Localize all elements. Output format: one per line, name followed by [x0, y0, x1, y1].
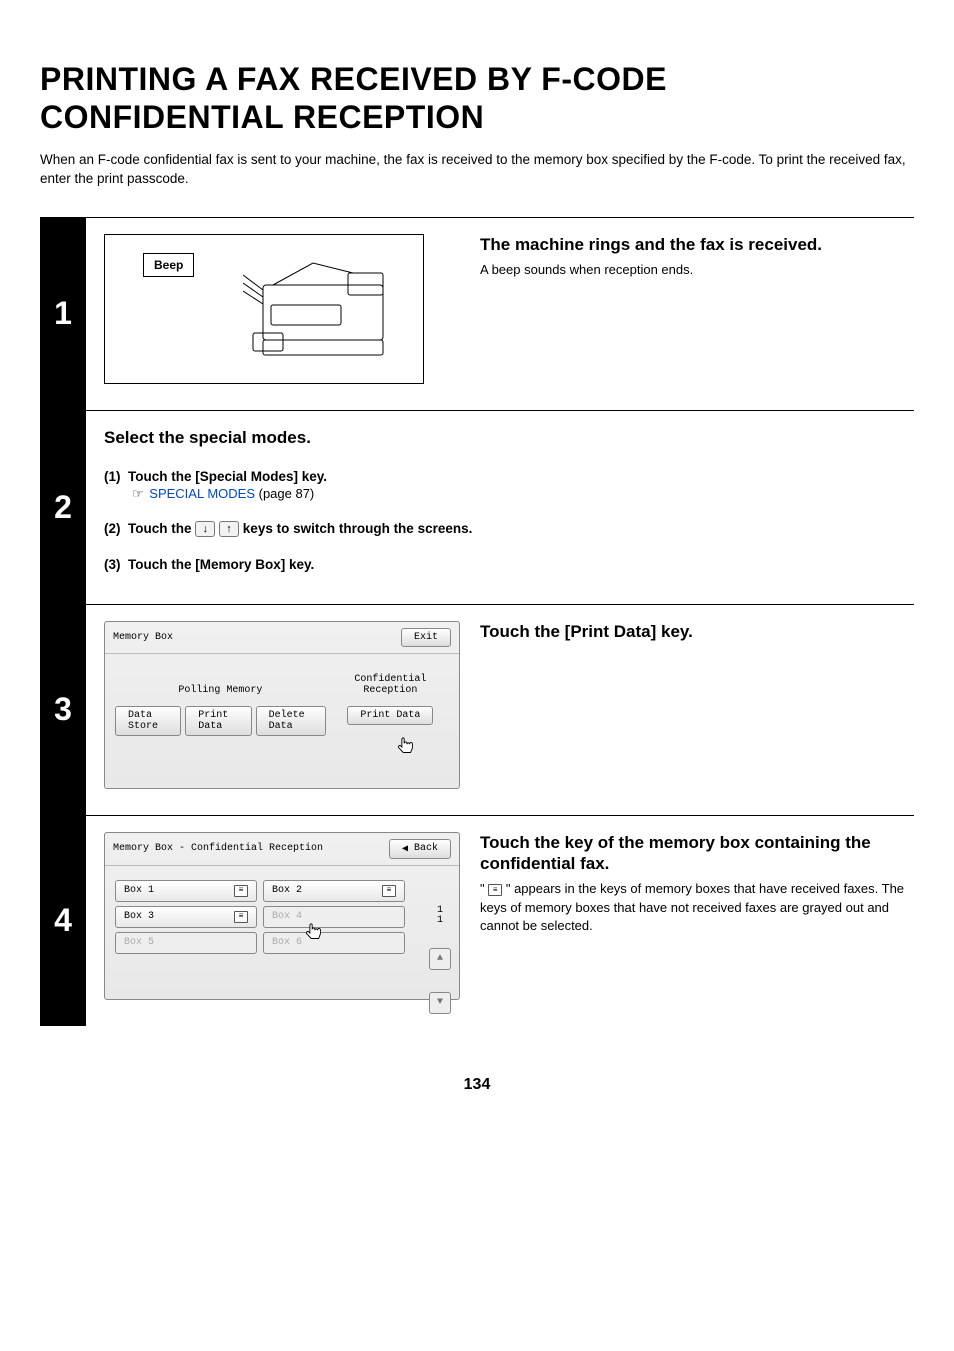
back-button[interactable]: ◀ Back — [389, 839, 451, 859]
box-label: Box 5 — [124, 937, 154, 948]
step2-item-1: (1) Touch the [Special Modes] key. ☞ SPE… — [104, 468, 904, 502]
item2-label: (2) — [104, 521, 121, 536]
arrow-down-key: ↓ — [195, 521, 215, 537]
pointer-icon: ☞ — [132, 486, 144, 501]
step-number: 3 — [40, 605, 86, 815]
memory-box-3-button[interactable]: Box 3 ≡ — [115, 906, 257, 928]
confidential-label-a: Confidential — [354, 674, 426, 685]
step-number: 2 — [40, 411, 86, 604]
hand-cursor-icon — [395, 736, 417, 758]
back-label: Back — [414, 843, 438, 854]
box-label: Box 2 — [272, 885, 302, 896]
item1-page: (page 87) — [255, 486, 314, 501]
step1-heading: The machine rings and the fax is receive… — [480, 234, 914, 255]
data-store-button[interactable]: Data Store — [115, 706, 181, 736]
back-arrow-icon: ◀ — [402, 843, 408, 855]
item1-text: Touch the [Special Modes] key. — [128, 469, 327, 484]
scroll-down-button[interactable]: ▼ — [429, 992, 451, 1014]
step-2: 2 Select the special modes. (1) Touch th… — [40, 410, 914, 604]
print-data-right-button[interactable]: Print Data — [347, 706, 433, 725]
title-line-2: CONFIDENTIAL RECEPTION — [40, 99, 484, 135]
box-label: Box 6 — [272, 937, 302, 948]
step-1: 1 Beep — [40, 217, 914, 410]
printer-icon — [243, 245, 413, 375]
step2-item-2: (2) Touch the ↓ ↑ keys to switch through… — [104, 520, 904, 538]
item1-label: (1) — [104, 469, 121, 484]
memory-box-5-button: Box 5 — [115, 932, 257, 954]
step4-heading: Touch the key of the memory box containi… — [480, 832, 914, 875]
panel-title: Memory Box — [113, 632, 173, 643]
memory-box-panel: Memory Box Exit Polling Memory Data Stor… — [104, 621, 460, 789]
desc-a: " — [480, 881, 488, 896]
scroll-up-button[interactable]: ▲ — [429, 948, 451, 970]
received-fax-icon: ≡ — [234, 885, 248, 897]
step-4: 4 Memory Box - Confidential Reception ◀ … — [40, 815, 914, 1026]
hand-cursor-icon — [303, 922, 325, 944]
memory-box-4-button: Box 4 — [263, 906, 405, 928]
beep-label: Beep — [143, 253, 194, 277]
panel-title: Memory Box - Confidential Reception — [113, 843, 323, 854]
memory-box-2-button[interactable]: Box 2 ≡ — [263, 880, 405, 902]
step-number: 4 — [40, 816, 86, 1026]
page-number: 134 — [40, 1076, 914, 1094]
step2-item-3: (3) Touch the [Memory Box] key. — [104, 556, 904, 574]
polling-memory-label: Polling Memory — [178, 672, 262, 696]
printer-illustration: Beep — [104, 234, 424, 384]
item2-text-a: Touch the — [128, 521, 195, 536]
desc-b: " appears in the keys of memory boxes th… — [480, 881, 904, 932]
page-indicator: 1 1 — [437, 906, 443, 926]
arrow-up-key: ↑ — [219, 521, 239, 537]
step2-heading: Select the special modes. — [104, 427, 904, 448]
delete-data-button[interactable]: Delete Data — [256, 706, 326, 736]
item3-text: Touch the [Memory Box] key. — [128, 557, 314, 572]
step-3: 3 Memory Box Exit Polling Memory Data St… — [40, 604, 914, 815]
step4-desc: " ≡ " appears in the keys of memory boxe… — [480, 880, 914, 935]
item3-label: (3) — [104, 557, 121, 572]
special-modes-link[interactable]: SPECIAL MODES — [149, 486, 255, 501]
confidential-label-b: Reception — [363, 685, 417, 696]
received-fax-icon: ≡ — [382, 885, 396, 897]
intro-text: When an F-code confidential fax is sent … — [40, 151, 914, 189]
received-fax-icon: ≡ — [488, 884, 502, 896]
page-title: PRINTING A FAX RECEIVED BY F-CODE CONFID… — [40, 60, 914, 137]
print-data-left-button[interactable]: Print Data — [185, 706, 251, 736]
step3-heading: Touch the [Print Data] key. — [480, 621, 914, 642]
exit-button[interactable]: Exit — [401, 628, 451, 647]
box-label: Box 4 — [272, 911, 302, 922]
received-fax-icon: ≡ — [234, 911, 248, 923]
step1-desc: A beep sounds when reception ends. — [480, 261, 914, 279]
step-number: 1 — [40, 218, 86, 410]
title-line-1: PRINTING A FAX RECEIVED BY F-CODE — [40, 61, 667, 97]
memory-box-6-button: Box 6 — [263, 932, 405, 954]
box-label: Box 3 — [124, 911, 154, 922]
item2-text-b: keys to switch through the screens. — [243, 521, 473, 536]
box-label: Box 1 — [124, 885, 154, 896]
page-total: 1 — [437, 915, 443, 926]
confidential-reception-panel: Memory Box - Confidential Reception ◀ Ba… — [104, 832, 460, 1000]
memory-box-1-button[interactable]: Box 1 ≡ — [115, 880, 257, 902]
